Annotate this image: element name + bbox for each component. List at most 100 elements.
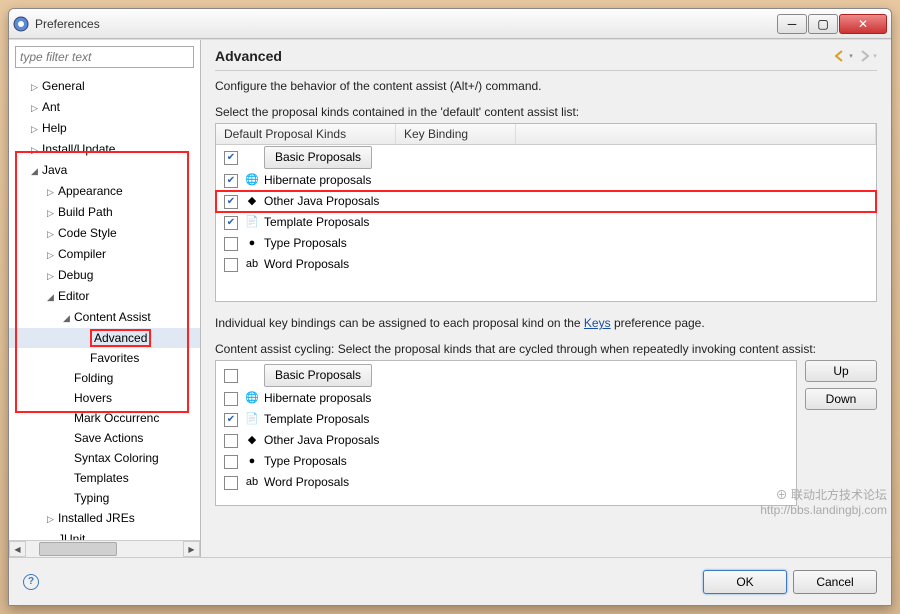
tree-item-compiler[interactable]: ▷Compiler [9, 244, 200, 265]
tree-item-junit[interactable]: JUnit [9, 529, 200, 540]
proposal-row[interactable]: ✔📄Template Proposals [216, 212, 876, 233]
tree-item-ant[interactable]: ▷Ant [9, 97, 200, 118]
proposal-checkbox[interactable]: ✔ [224, 216, 238, 230]
tree-item-appearance[interactable]: ▷Appearance [9, 181, 200, 202]
proposal-checkbox[interactable] [224, 476, 238, 490]
expander-icon[interactable]: ▷ [29, 78, 40, 96]
expander-icon[interactable]: ▷ [45, 246, 56, 264]
proposal-row[interactable]: ●Type Proposals [216, 233, 876, 254]
help-icon[interactable]: ? [23, 574, 39, 590]
main-panel: Advanced ▾ ▾ Configure the behavior of t… [201, 40, 891, 557]
proposal-row[interactable]: abWord Proposals [216, 254, 876, 275]
proposal-label: Basic Proposals [264, 146, 372, 169]
proposal-icon: ● [244, 454, 260, 470]
scroll-left-icon[interactable]: ◀ [9, 541, 26, 557]
proposal-row[interactable]: abWord Proposals [216, 472, 796, 493]
expander-icon[interactable]: ▷ [45, 510, 56, 528]
expander-icon[interactable]: ▷ [29, 141, 40, 159]
expander-icon[interactable]: ◢ [45, 288, 56, 306]
tree-item-debug[interactable]: ▷Debug [9, 265, 200, 286]
app-icon [13, 16, 29, 32]
expander-icon[interactable]: ▷ [29, 99, 40, 117]
expander-icon[interactable]: ▷ [45, 225, 56, 243]
proposal-label: Type Proposals [264, 452, 347, 471]
proposal-checkbox[interactable]: ✔ [224, 413, 238, 427]
proposal-icon: ◆ [244, 433, 260, 449]
tree-item-templates[interactable]: Templates [9, 468, 200, 488]
proposal-checkbox[interactable] [224, 369, 238, 383]
preferences-window: Preferences ─ ▢ ✕ ▷General▷Ant▷Help▷Inst… [8, 8, 892, 606]
tree-h-scrollbar[interactable]: ◀ ▶ [9, 540, 200, 557]
proposal-checkbox[interactable]: ✔ [224, 151, 238, 165]
proposal-row[interactable]: ●Type Proposals [216, 451, 796, 472]
scroll-thumb[interactable] [39, 542, 118, 556]
expander-icon[interactable]: ▷ [45, 183, 56, 201]
tree-item-code-style[interactable]: ▷Code Style [9, 223, 200, 244]
scroll-right-icon[interactable]: ▶ [183, 541, 200, 557]
proposal-label: Template Proposals [264, 410, 369, 429]
proposal-row[interactable]: ✔◆Other Java Proposals [216, 191, 876, 212]
proposal-checkbox[interactable] [224, 392, 238, 406]
filter-input[interactable] [15, 46, 194, 68]
proposal-checkbox[interactable]: ✔ [224, 174, 238, 188]
tree-label: Editor [58, 289, 89, 303]
proposal-checkbox[interactable] [224, 237, 238, 251]
proposal-row[interactable]: ✔ Basic Proposals [216, 145, 876, 170]
tree-item-java[interactable]: ◢Java [9, 160, 200, 181]
tree-item-help[interactable]: ▷Help [9, 118, 200, 139]
tree-item-general[interactable]: ▷General [9, 76, 200, 97]
keys-link[interactable]: Keys [584, 316, 611, 330]
tree-label: Java [42, 163, 67, 177]
preferences-tree[interactable]: ▷General▷Ant▷Help▷Install/Update◢Java▷Ap… [9, 74, 200, 540]
nav-back-icon[interactable]: ▾ [835, 48, 853, 64]
cancel-button[interactable]: Cancel [793, 570, 877, 594]
maximize-button[interactable]: ▢ [808, 14, 838, 34]
tree-item-content-assist[interactable]: ◢Content Assist [9, 307, 200, 328]
scroll-track[interactable] [26, 541, 183, 557]
tree-label: Debug [58, 268, 93, 282]
tree-item-installed-jres[interactable]: ▷Installed JREs [9, 508, 200, 529]
expander-icon[interactable]: ◢ [29, 162, 40, 180]
tree-item-install-update[interactable]: ▷Install/Update [9, 139, 200, 160]
col-key-binding[interactable]: Key Binding [396, 124, 516, 144]
cycle-label: Content assist cycling: Select the propo… [215, 342, 877, 356]
close-button[interactable]: ✕ [839, 14, 887, 34]
minimize-button[interactable]: ─ [777, 14, 807, 34]
proposal-checkbox[interactable] [224, 434, 238, 448]
tree-item-syntax-coloring[interactable]: Syntax Coloring [9, 448, 200, 468]
tree-item-save-actions[interactable]: Save Actions [9, 428, 200, 448]
tree-item-typing[interactable]: Typing [9, 488, 200, 508]
tree-item-editor[interactable]: ◢Editor [9, 286, 200, 307]
proposal-label: Word Proposals [264, 473, 349, 492]
proposal-row[interactable]: ◆Other Java Proposals [216, 430, 796, 451]
proposal-row[interactable]: ✔🌐Hibernate proposals [216, 170, 876, 191]
ok-button[interactable]: OK [703, 570, 787, 594]
proposal-row[interactable]: 🌐Hibernate proposals [216, 388, 796, 409]
tree-item-folding[interactable]: Folding [9, 368, 200, 388]
proposal-label: Basic Proposals [264, 364, 372, 387]
expander-icon[interactable]: ▷ [45, 267, 56, 285]
up-button[interactable]: Up [805, 360, 877, 382]
tree-label: Build Path [58, 205, 113, 219]
tree-item-mark-occurrenc[interactable]: Mark Occurrenc [9, 408, 200, 428]
proposal-checkbox[interactable] [224, 455, 238, 469]
proposal-checkbox[interactable] [224, 258, 238, 272]
titlebar[interactable]: Preferences ─ ▢ ✕ [9, 9, 891, 39]
tree-item-hovers[interactable]: Hovers [9, 388, 200, 408]
tree-item-build-path[interactable]: ▷Build Path [9, 202, 200, 223]
down-button[interactable]: Down [805, 388, 877, 410]
col-default-kinds[interactable]: Default Proposal Kinds [216, 124, 396, 144]
proposal-row[interactable]: Basic Proposals [216, 363, 796, 388]
proposal-label: Template Proposals [264, 213, 369, 232]
default-proposals-table: Default Proposal Kinds Key Binding ✔ Basi… [215, 123, 877, 302]
proposal-icon [244, 150, 260, 166]
proposal-row[interactable]: ✔📄Template Proposals [216, 409, 796, 430]
nav-forward-icon: ▾ [859, 48, 877, 64]
expander-icon[interactable]: ▷ [29, 120, 40, 138]
expander-icon[interactable]: ▷ [45, 204, 56, 222]
expander-icon[interactable]: ◢ [61, 309, 72, 327]
tree-item-favorites[interactable]: Favorites [9, 348, 200, 368]
proposal-checkbox[interactable]: ✔ [224, 195, 238, 209]
page-heading: Advanced [215, 48, 835, 64]
tree-item-advanced[interactable]: Advanced [9, 328, 200, 348]
